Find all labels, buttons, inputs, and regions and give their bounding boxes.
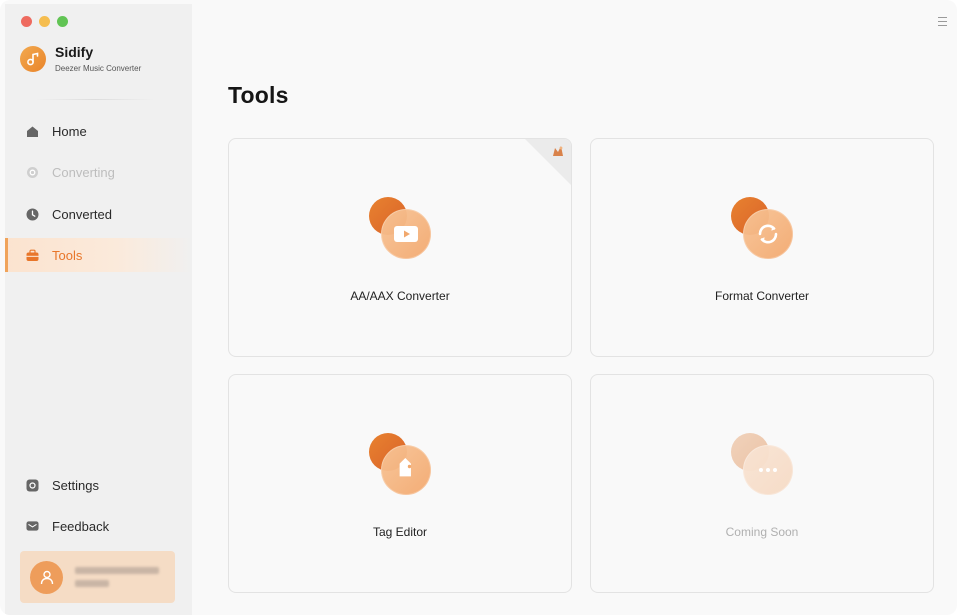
menu-icon[interactable]	[938, 17, 947, 29]
tool-card-aa-aax-converter[interactable]: AA/AAX Converter	[228, 138, 572, 357]
tool-card-coming-soon: Coming Soon	[590, 374, 934, 593]
tag-icon	[367, 431, 433, 497]
sidebar-item-converting[interactable]: Converting	[5, 155, 192, 189]
tool-card-label: AA/AAX Converter	[350, 289, 450, 303]
sidebar-item-feedback[interactable]: Feedback	[5, 509, 192, 543]
premium-corner-icon	[551, 144, 565, 158]
app-subtitle: Deezer Music Converter	[55, 64, 142, 73]
sidebar-item-label: Converted	[52, 206, 112, 222]
sidebar-item-settings[interactable]: Settings	[5, 468, 192, 502]
refresh-icon	[729, 195, 795, 261]
tool-card-label: Format Converter	[714, 289, 810, 303]
sidebar-item-label: Converting	[52, 164, 115, 180]
user-account-card[interactable]	[20, 551, 175, 603]
tool-card-label: Coming Soon	[725, 525, 799, 539]
close-window-button[interactable]	[21, 16, 32, 27]
app-window: Sidify Deezer Music Converter Home Conve…	[0, 0, 957, 615]
window-controls	[21, 16, 68, 27]
converting-icon	[26, 166, 39, 179]
minimize-window-button[interactable]	[39, 16, 50, 27]
brand: Sidify Deezer Music Converter	[20, 44, 141, 74]
divider	[35, 99, 155, 100]
toolbox-icon	[26, 249, 39, 262]
gear-icon	[26, 479, 39, 492]
sidebar-item-home[interactable]: Home	[5, 114, 192, 148]
tool-card-label: Tag Editor	[372, 525, 428, 539]
app-name: Sidify	[55, 44, 94, 60]
avatar	[30, 560, 63, 594]
sidebar-item-tools[interactable]: Tools	[5, 238, 192, 272]
sidebar-item-label: Tools	[52, 247, 83, 263]
more-dots-icon	[729, 431, 795, 497]
page-title: Tools	[228, 82, 289, 108]
sidebar: Sidify Deezer Music Converter Home Conve…	[5, 4, 192, 615]
sidebar-item-label: Settings	[52, 477, 99, 493]
video-play-icon	[367, 195, 433, 261]
home-icon	[26, 125, 39, 138]
app-logo-icon	[20, 46, 46, 72]
tool-card-tag-editor[interactable]: Tag Editor	[228, 374, 572, 593]
sidebar-item-converted[interactable]: Converted	[5, 197, 192, 231]
clock-icon	[26, 208, 39, 221]
sidebar-item-label: Feedback	[52, 518, 110, 534]
tool-card-format-converter[interactable]: Format Converter	[590, 138, 934, 357]
sidebar-item-label: Home	[52, 123, 87, 139]
mail-icon	[26, 520, 39, 533]
zoom-window-button[interactable]	[57, 16, 68, 27]
redacted-user-info	[75, 567, 159, 587]
